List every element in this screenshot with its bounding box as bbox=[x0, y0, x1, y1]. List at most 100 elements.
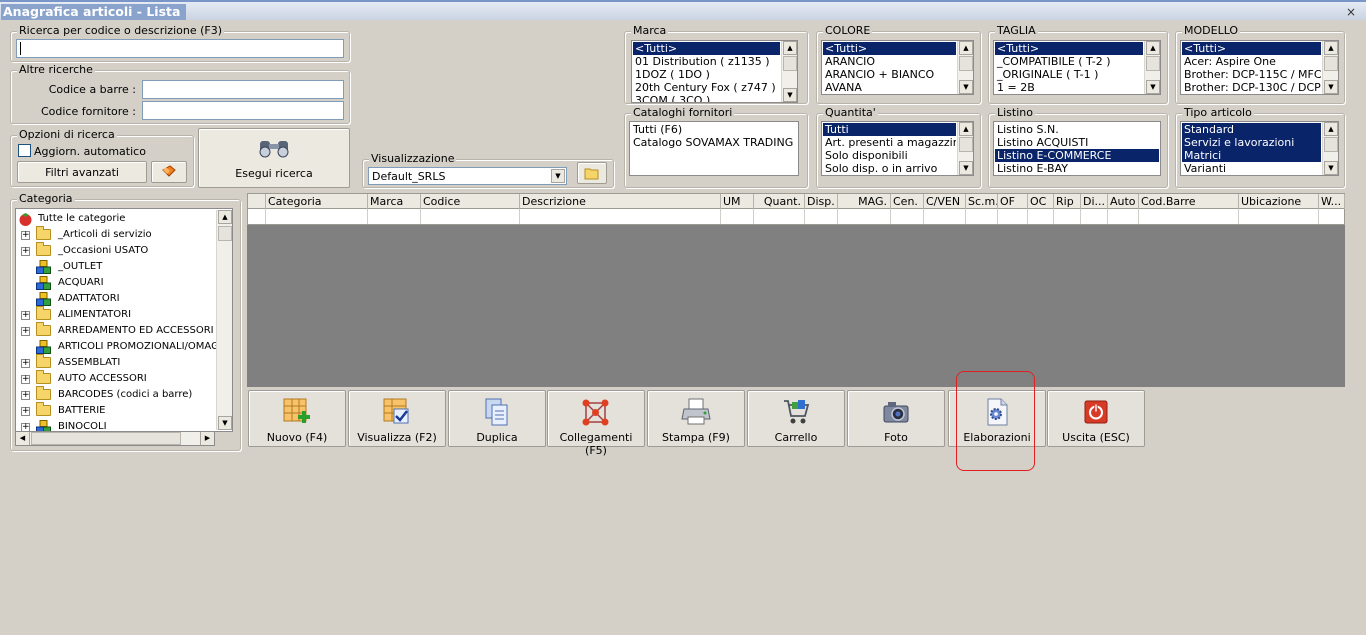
filter-cell[interactable] bbox=[421, 209, 520, 224]
links-button[interactable]: Collegamenti (F5) bbox=[547, 390, 645, 457]
column-header[interactable]: UM bbox=[721, 194, 754, 209]
filter-cell[interactable] bbox=[368, 209, 421, 224]
new-item-button[interactable]: Nuovo (F4) bbox=[248, 390, 346, 447]
scroll-thumb[interactable] bbox=[1146, 56, 1160, 71]
list-item[interactable]: Brother: DCP-115C / MFC215C bbox=[1182, 68, 1321, 81]
barcode-input[interactable] bbox=[142, 80, 344, 99]
auto-update-checkbox[interactable] bbox=[18, 144, 31, 157]
filter-cell[interactable] bbox=[1239, 209, 1319, 224]
column-header[interactable]: Codice bbox=[421, 194, 520, 209]
column-header[interactable]: Sc.m. bbox=[966, 194, 998, 209]
colore-listbox[interactable]: <Tutti> ARANCIO ARANCIO + BIANCO AVANA ▲ ▼ bbox=[821, 40, 974, 95]
filter-cell[interactable] bbox=[1028, 209, 1054, 224]
listbox-vscroll[interactable]: ▲ ▼ bbox=[1322, 41, 1338, 94]
column-header[interactable]: Rip bbox=[1054, 194, 1081, 209]
list-item[interactable]: Tutti bbox=[823, 123, 956, 136]
list-item[interactable]: Tutti (F6) bbox=[631, 123, 797, 136]
tree-root[interactable]: Tutte le categorie bbox=[16, 211, 216, 227]
tree-node[interactable]: + BARCODES (codici a barre) bbox=[16, 386, 216, 403]
listbox-vscroll[interactable]: ▲ ▼ bbox=[1144, 41, 1160, 94]
filter-cell[interactable] bbox=[924, 209, 966, 224]
filter-cell[interactable] bbox=[1054, 209, 1081, 224]
scroll-up-icon[interactable]: ▲ bbox=[1324, 122, 1338, 136]
scroll-thumb[interactable] bbox=[959, 56, 973, 71]
tree-node[interactable]: ARTICOLI PROMOZIONALI/OMAGGI bbox=[16, 339, 230, 355]
column-header[interactable]: Di... bbox=[1081, 194, 1108, 209]
list-item[interactable]: Matrici bbox=[1182, 149, 1321, 162]
scroll-thumb[interactable] bbox=[1324, 56, 1338, 71]
view-button[interactable]: Visualizza (F2) bbox=[348, 390, 446, 447]
scroll-up-icon[interactable]: ▲ bbox=[1324, 41, 1338, 55]
expand-icon[interactable]: + bbox=[21, 247, 30, 256]
listbox-vscroll[interactable]: ▲ ▼ bbox=[781, 41, 797, 102]
scroll-up-icon[interactable]: ▲ bbox=[1146, 41, 1160, 55]
chevron-down-icon[interactable]: ▼ bbox=[551, 169, 565, 183]
scroll-left-icon[interactable]: ◀ bbox=[16, 432, 30, 445]
list-item[interactable]: ARANCIO bbox=[823, 55, 956, 68]
tree-node[interactable]: + BATTERIE bbox=[16, 402, 216, 419]
tree-node[interactable]: ADATTATORI bbox=[16, 291, 216, 307]
modello-listbox[interactable]: <Tutti> Acer: Aspire One Brother: DCP-115C… bbox=[1180, 40, 1339, 95]
scroll-down-icon[interactable]: ▼ bbox=[1146, 80, 1160, 94]
run-search-button[interactable]: Esegui ricerca bbox=[198, 128, 350, 188]
column-header[interactable]: Ubicazione bbox=[1239, 194, 1319, 209]
list-item[interactable]: <Tutti> bbox=[995, 42, 1143, 55]
list-item[interactable]: 1DOZ ( 1DO ) bbox=[633, 68, 780, 81]
category-tree-hscroll[interactable]: ◀ ▶ bbox=[15, 431, 215, 446]
column-header[interactable]: W... bbox=[1319, 194, 1345, 209]
filter-cell[interactable] bbox=[754, 209, 805, 224]
filter-cell[interactable] bbox=[998, 209, 1028, 224]
scroll-right-icon[interactable]: ▶ bbox=[200, 432, 214, 445]
scroll-thumb[interactable] bbox=[218, 226, 232, 241]
scroll-down-icon[interactable]: ▼ bbox=[783, 88, 797, 102]
list-item[interactable]: Listino S.N. bbox=[995, 123, 1159, 136]
taglia-listbox[interactable]: <Tutti> _COMPATIBILE ( T-2 ) _ORIGINALE ( … bbox=[993, 40, 1161, 95]
filter-cell[interactable] bbox=[1139, 209, 1239, 224]
listbox-vscroll[interactable]: ▲ ▼ bbox=[1322, 122, 1338, 175]
list-item[interactable]: Catalogo SOVAMAX TRADING GmbH bbox=[631, 136, 797, 149]
printer-button[interactable]: Stampa (F9) bbox=[647, 390, 745, 447]
scroll-down-icon[interactable]: ▼ bbox=[1324, 80, 1338, 94]
scroll-up-icon[interactable]: ▲ bbox=[959, 41, 973, 55]
list-item[interactable]: _ORIGINALE ( T-1 ) bbox=[995, 68, 1143, 81]
power-button[interactable]: Uscita (ESC) bbox=[1047, 390, 1145, 447]
visualizzazione-select[interactable]: Default_SRLS ▼ bbox=[368, 167, 567, 185]
tree-node[interactable]: + ALIMENTATORI bbox=[16, 306, 216, 323]
column-header[interactable]: Disp. bbox=[805, 194, 838, 209]
scroll-up-icon[interactable]: ▲ bbox=[783, 41, 797, 55]
column-header[interactable]: Cod.Barre bbox=[1139, 194, 1239, 209]
scroll-down-icon[interactable]: ▼ bbox=[959, 80, 973, 94]
list-item[interactable]: Listino E-BAY bbox=[995, 162, 1159, 175]
close-icon[interactable]: × bbox=[1346, 5, 1356, 19]
filter-cell[interactable] bbox=[1081, 209, 1108, 224]
column-header[interactable]: MAG. bbox=[838, 194, 891, 209]
expand-icon[interactable]: + bbox=[21, 231, 30, 240]
list-item[interactable]: Varianti bbox=[1182, 162, 1321, 175]
grid-filter-row[interactable] bbox=[247, 209, 1345, 225]
supplier-code-input[interactable] bbox=[142, 101, 344, 120]
list-item[interactable]: Brother: DCP-130C / DCP-150C bbox=[1182, 81, 1321, 94]
scroll-down-icon[interactable]: ▼ bbox=[218, 416, 232, 430]
list-item[interactable]: <Tutti> bbox=[633, 42, 780, 55]
list-item[interactable]: 20th Century Fox ( z747 ) bbox=[633, 81, 780, 94]
expand-icon[interactable]: + bbox=[21, 375, 30, 384]
tipo-articolo-listbox[interactable]: Standard Servizi e lavorazioni Matrici Vari… bbox=[1180, 121, 1339, 176]
quantita-listbox[interactable]: Tutti Art. presenti a magazzino Solo dispo… bbox=[821, 121, 974, 176]
filter-cell[interactable] bbox=[838, 209, 891, 224]
filter-cell[interactable] bbox=[966, 209, 998, 224]
list-item[interactable]: _COMPATIBILE ( T-2 ) bbox=[995, 55, 1143, 68]
list-item[interactable]: Art. presenti a magazzino bbox=[823, 136, 956, 149]
tree-node[interactable]: + _Occasioni USATO bbox=[16, 242, 216, 259]
column-header[interactable]: C/VEN bbox=[924, 194, 966, 209]
search-input[interactable] bbox=[16, 39, 344, 58]
list-item[interactable]: <Tutti> bbox=[823, 42, 956, 55]
list-item[interactable]: 3COM ( 3CO ) bbox=[633, 94, 780, 102]
expand-icon[interactable]: + bbox=[21, 359, 30, 368]
list-item[interactable]: Listino E-COMMERCE bbox=[995, 149, 1159, 162]
expand-icon[interactable]: + bbox=[21, 391, 30, 400]
open-folder-button[interactable] bbox=[577, 162, 607, 184]
tree-node[interactable]: ACQUARI bbox=[16, 275, 216, 291]
filter-cell[interactable] bbox=[891, 209, 924, 224]
list-item[interactable]: AVANA bbox=[823, 81, 956, 94]
tree-node[interactable]: + _Articoli di servizio bbox=[16, 226, 216, 243]
